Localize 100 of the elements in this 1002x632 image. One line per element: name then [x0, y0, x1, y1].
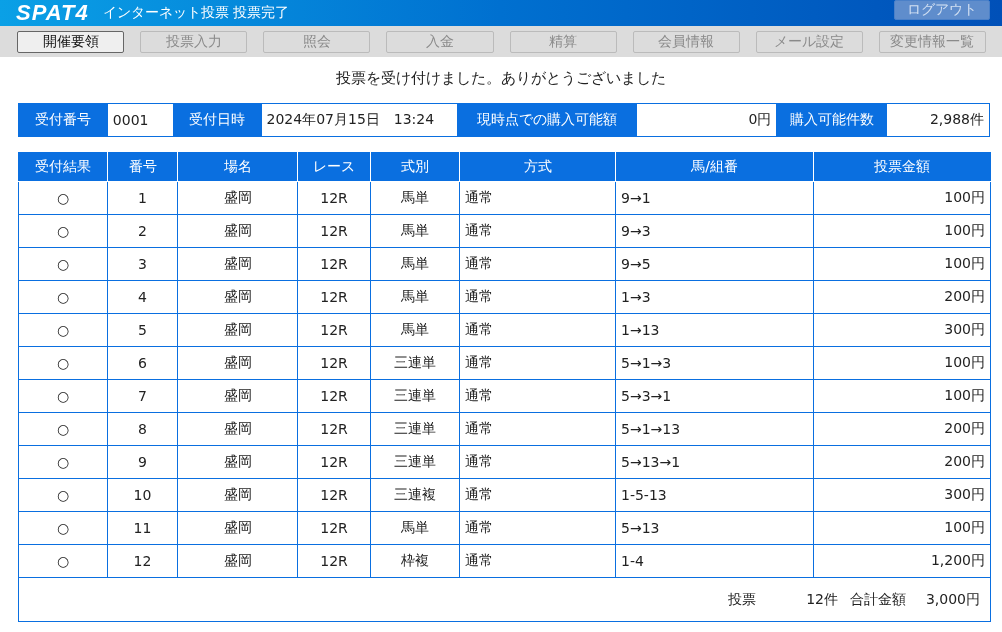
column-header: 番号: [107, 152, 178, 182]
table-cell: 100円: [813, 247, 991, 281]
table-cell: ○: [18, 313, 108, 347]
table-cell: 馬単: [370, 181, 460, 215]
table-cell: 9→1: [615, 181, 814, 215]
table-cell: ○: [18, 511, 108, 545]
table-cell: 9→3: [615, 214, 814, 248]
table-cell: 三連複: [370, 478, 460, 512]
table-cell: 12R: [297, 511, 371, 545]
table-cell: 馬単: [370, 247, 460, 281]
table-cell: 通常: [459, 379, 616, 413]
votes-count: 12件: [805, 590, 838, 609]
table-cell: 5→13→1: [615, 445, 814, 479]
table-cell: 枠複: [370, 544, 460, 578]
table-cell: 12R: [297, 346, 371, 380]
table-cell: 三連単: [370, 412, 460, 446]
table-cell: 12R: [297, 412, 371, 446]
table-cell: 盛岡: [177, 544, 298, 578]
info-label: 現時点での購入可能額: [457, 104, 637, 136]
table-cell: 300円: [813, 313, 991, 347]
table-cell: 3: [107, 247, 178, 281]
table-cell: 8: [107, 412, 178, 446]
table-cell: 12R: [297, 313, 371, 347]
table-cell: 12R: [297, 445, 371, 479]
column-header: 投票金額: [813, 152, 991, 182]
table-cell: 5→1→3: [615, 346, 814, 380]
table-cell: 4: [107, 280, 178, 314]
table-cell: ○: [18, 412, 108, 446]
table-cell: ○: [18, 280, 108, 314]
table-cell: 通常: [459, 412, 616, 446]
table-cell: ○: [18, 181, 108, 215]
column-header: 場名: [177, 152, 298, 182]
table-cell: 通常: [459, 280, 616, 314]
table-cell: 盛岡: [177, 478, 298, 512]
table-cell: 三連単: [370, 379, 460, 413]
table-cell: 通常: [459, 445, 616, 479]
table-cell: 11: [107, 511, 178, 545]
table-cell: 盛岡: [177, 445, 298, 479]
table-cell: 盛岡: [177, 346, 298, 380]
table-cell: 300円: [813, 478, 991, 512]
info-label: 受付番号: [19, 104, 108, 136]
table-cell: 盛岡: [177, 214, 298, 248]
table-cell: 1: [107, 181, 178, 215]
column-header: 方式: [459, 152, 616, 182]
table-cell: 9: [107, 445, 178, 479]
info-label: 受付日時: [172, 104, 262, 136]
table-cell: 12: [107, 544, 178, 578]
table-cell: 馬単: [370, 313, 460, 347]
table-cell: 1→13: [615, 313, 814, 347]
table-cell: 盛岡: [177, 247, 298, 281]
table-cell: 12R: [297, 379, 371, 413]
table-cell: 10: [107, 478, 178, 512]
table-cell: 200円: [813, 412, 991, 446]
table-cell: 通常: [459, 511, 616, 545]
table-cell: 三連単: [370, 346, 460, 380]
table-cell: 通常: [459, 247, 616, 281]
table-cell: 6: [107, 346, 178, 380]
table-cell: 7: [107, 379, 178, 413]
table-cell: 12R: [297, 544, 371, 578]
table-cell: 12R: [297, 280, 371, 314]
info-label: 購入可能件数: [776, 104, 888, 136]
table-cell: 5→3→1: [615, 379, 814, 413]
table-cell: 100円: [813, 214, 991, 248]
table-cell: ○: [18, 445, 108, 479]
table-cell: 通常: [459, 544, 616, 578]
table-cell: ○: [18, 247, 108, 281]
column-header: 受付結果: [18, 152, 108, 182]
table-cell: 三連単: [370, 445, 460, 479]
table-cell: 盛岡: [177, 181, 298, 215]
column-header: 式別: [370, 152, 460, 182]
table-cell: 通常: [459, 478, 616, 512]
nav-button[interactable]: 開催要領: [17, 30, 125, 53]
table-cell: 盛岡: [177, 313, 298, 347]
column-header: レース: [297, 152, 371, 182]
table-cell: 1→3: [615, 280, 814, 314]
table-cell: 12R: [297, 181, 371, 215]
table-cell: 通常: [459, 181, 616, 215]
table-cell: 100円: [813, 379, 991, 413]
confirmation-message: 投票を受け付けました。ありがとうございました: [335, 69, 667, 88]
table-cell: 9→5: [615, 247, 814, 281]
table-cell: 通常: [459, 313, 616, 347]
table-cell: ○: [18, 379, 108, 413]
page-title: インターネット投票 投票完了: [102, 4, 291, 22]
table-cell: 1,200円: [813, 544, 991, 578]
table-cell: 200円: [813, 445, 991, 479]
table-cell: 12R: [297, 214, 371, 248]
table-cell: 通常: [459, 346, 616, 380]
table-cell: 1-5-13: [615, 478, 814, 512]
table-cell: ○: [18, 544, 108, 578]
table-cell: 2: [107, 214, 178, 248]
votes-label: 投票: [728, 590, 757, 609]
column-header: 馬/組番: [615, 152, 814, 182]
table-cell: ○: [18, 214, 108, 248]
table-cell: 馬単: [370, 280, 460, 314]
table-cell: 盛岡: [177, 511, 298, 545]
table-cell: 200円: [813, 280, 991, 314]
table-cell: 馬単: [370, 511, 460, 545]
table-cell: 馬単: [370, 214, 460, 248]
table-cell: 5→1→13: [615, 412, 814, 446]
table-cell: 1-4: [615, 544, 814, 578]
